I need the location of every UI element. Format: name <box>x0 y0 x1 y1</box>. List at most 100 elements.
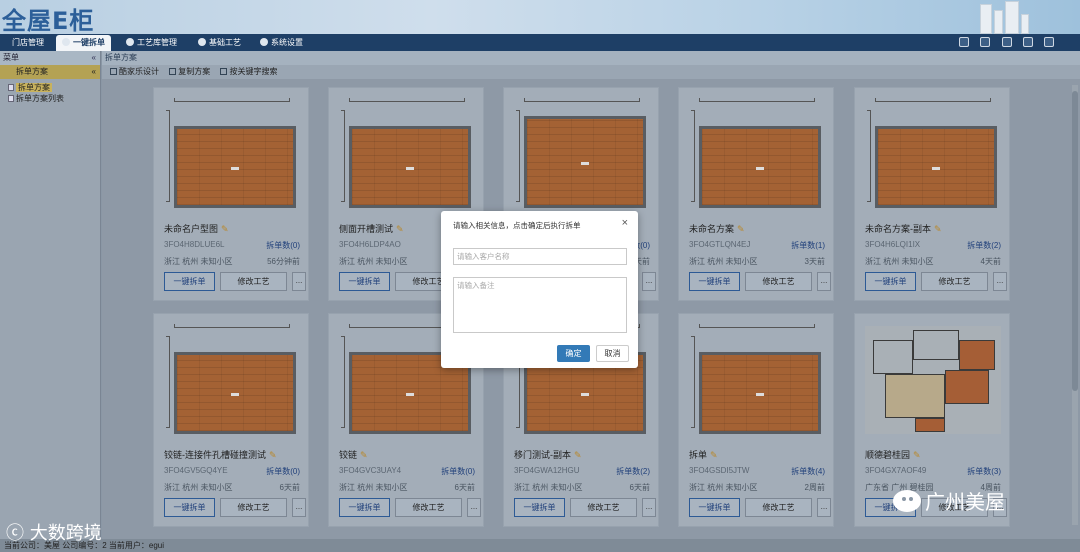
modify-craft-button[interactable]: 修改工艺 <box>745 498 812 517</box>
one-click-split-button[interactable]: 一键拆单 <box>339 498 390 517</box>
floor-plan-thumbnail[interactable] <box>166 324 298 436</box>
calendar-icon[interactable] <box>980 37 991 47</box>
split-count-link[interactable]: 拆单数(3) <box>967 466 1001 477</box>
card-time: 6天前 <box>454 483 475 492</box>
modify-craft-button[interactable]: 修改工艺 <box>220 272 287 291</box>
edit-pencil-icon[interactable]: ✎ <box>574 450 582 460</box>
card-code: 3FO4GSDI5JTW <box>689 466 750 475</box>
more-button[interactable]: ... <box>817 498 831 517</box>
floor-plan-thumbnail[interactable] <box>691 324 823 436</box>
tab-craft-library[interactable]: 工艺库管理 <box>120 35 183 51</box>
one-click-split-button[interactable]: 一键拆单 <box>164 498 215 517</box>
card-title[interactable]: 拆单 ✎ <box>689 448 718 461</box>
more-button[interactable]: ... <box>993 272 1007 291</box>
dimension-line <box>166 110 170 202</box>
split-count-link[interactable]: 拆单数(0) <box>266 466 300 477</box>
card-title[interactable]: 侧面开槽测试 ✎ <box>339 222 404 235</box>
dimension-line <box>691 110 695 202</box>
card-title[interactable]: 铰链-连接件孔槽碰撞测试 ✎ <box>164 448 277 461</box>
more-button[interactable]: ... <box>292 272 306 291</box>
modify-craft-button[interactable]: 修改工艺 <box>745 272 812 291</box>
card-time: 4天前 <box>980 257 1001 266</box>
floor-plan-thumbnail[interactable] <box>516 98 648 210</box>
sidebar-section[interactable]: 拆单方案 « <box>0 65 100 79</box>
split-count-link[interactable]: 拆单数(4) <box>791 466 825 477</box>
toolbar-copy-plan[interactable]: 复制方案 <box>169 67 210 76</box>
floor-plan-thumbnail[interactable] <box>691 98 823 210</box>
toolbar-keyword-search[interactable]: 按关键字搜索 <box>220 67 277 76</box>
plan-card[interactable]: 铰链-连接件孔槽碰撞测试 ✎ 3FO4GV5GQ4YE 拆单数(0) 浙江 杭州 未知小… <box>153 313 309 527</box>
one-click-split-button[interactable]: 一键拆单 <box>689 498 740 517</box>
modify-craft-button[interactable]: 修改工艺 <box>921 272 988 291</box>
toolbar-kujiale-design[interactable]: 酷家乐设计 <box>110 67 159 76</box>
card-title[interactable]: 未命名方案-副本 ✎ <box>865 222 942 235</box>
edit-pencil-icon[interactable]: ✎ <box>710 450 718 460</box>
split-count-link[interactable]: 拆单数(2) <box>967 240 1001 251</box>
one-click-split-button[interactable]: 一键拆单 <box>339 272 390 291</box>
tab-system-settings[interactable]: 系统设置 <box>254 35 309 51</box>
customer-name-input[interactable] <box>453 248 627 265</box>
confirm-button[interactable]: 确定 <box>557 345 590 362</box>
one-click-split-button[interactable]: 一键拆单 <box>514 498 565 517</box>
modify-craft-button[interactable]: 修改工艺 <box>570 498 637 517</box>
tab-basic-craft[interactable]: 基础工艺 <box>192 35 247 51</box>
card-code: 3FO4H6LQI1IX <box>865 240 921 249</box>
cancel-button[interactable]: 取消 <box>596 345 629 362</box>
split-count-link[interactable]: 拆单数(0) <box>266 240 300 251</box>
close-icon[interactable]: × <box>622 217 628 229</box>
card-title[interactable]: 顺德碧桂园 ✎ <box>865 448 921 461</box>
floor-plan-thumbnail[interactable] <box>166 98 298 210</box>
logout-icon[interactable] <box>1044 37 1054 47</box>
monitor-icon[interactable] <box>959 37 970 47</box>
dialog-title: 请输入相关信息，点击确定后执行拆单 <box>453 221 581 230</box>
collapse-section-icon[interactable]: « <box>92 65 96 79</box>
split-count-link[interactable]: 拆单数(0) <box>441 466 475 477</box>
one-click-split-button[interactable]: 一键拆单 <box>164 272 215 291</box>
floor-plan-thumbnail[interactable] <box>341 98 473 210</box>
remark-textarea[interactable] <box>453 277 627 333</box>
edit-pencil-icon[interactable]: ✎ <box>737 224 745 234</box>
one-click-split-button[interactable]: 一键拆单 <box>865 272 916 291</box>
vertical-scrollbar[interactable] <box>1072 85 1078 525</box>
modify-craft-button[interactable]: 修改工艺 <box>395 498 462 517</box>
plan-card[interactable]: 未命名方案-副本 ✎ 3FO4H6LQI1IX 拆单数(2) 浙江 杭州 未知小区 4天前… <box>854 87 1010 301</box>
edit-pencil-icon[interactable]: ✎ <box>396 224 404 234</box>
watermark-right: 广州美屋 <box>893 486 1005 515</box>
dimension-line <box>699 98 815 102</box>
more-button[interactable]: ... <box>467 498 481 517</box>
collapse-sidebar-icon[interactable]: « <box>92 51 96 65</box>
edit-pencil-icon[interactable]: ✎ <box>221 224 229 234</box>
card-title[interactable]: 未命名方案 ✎ <box>689 222 745 235</box>
room-floor <box>524 116 646 208</box>
tab-one-click-split[interactable]: 一键拆单 <box>56 35 111 51</box>
floor-plan-thumbnail[interactable] <box>865 326 1001 434</box>
edit-pencil-icon[interactable]: ✎ <box>269 450 277 460</box>
tab-store-management[interactable]: 门店管理 <box>6 35 50 51</box>
more-button[interactable]: ... <box>292 498 306 517</box>
edit-pencil-icon[interactable]: ✎ <box>360 450 368 460</box>
sidebar-item-split-plan[interactable]: 拆单方案 <box>8 82 100 93</box>
floor-plan-thumbnail[interactable] <box>867 98 999 210</box>
card-title[interactable]: 铰链 ✎ <box>339 448 368 461</box>
file-icon <box>8 84 14 91</box>
modify-craft-button[interactable]: 修改工艺 <box>220 498 287 517</box>
scrollbar-thumb[interactable] <box>1072 91 1078 391</box>
edit-pencil-icon[interactable]: ✎ <box>934 224 942 234</box>
more-button[interactable]: ... <box>642 272 656 291</box>
split-count-link[interactable]: 拆单数(2) <box>616 466 650 477</box>
plan-card[interactable]: 未命名方案 ✎ 3FO4GTLQN4EJ 拆单数(1) 浙江 杭州 未知小区 3天前 一键拆… <box>678 87 834 301</box>
more-button[interactable]: ... <box>642 498 656 517</box>
user-icon[interactable] <box>1001 37 1012 47</box>
dimension-line <box>524 98 640 102</box>
one-click-split-button[interactable]: 一键拆单 <box>689 272 740 291</box>
card-title[interactable]: 移门测试-副本 ✎ <box>514 448 582 461</box>
plan-card[interactable]: 拆单 ✎ 3FO4GSDI5JTW 拆单数(4) 浙江 杭州 未知小区 2周前 一键拆单 修改… <box>678 313 834 527</box>
edit-pencil-icon[interactable]: ✎ <box>913 450 921 460</box>
copy-icon <box>169 68 177 75</box>
gear-icon[interactable] <box>1022 37 1033 47</box>
plan-card[interactable]: 未命名户型图 ✎ 3FO4H8DLUE6L 拆单数(0) 浙江 杭州 未知小区 56分钟前… <box>153 87 309 301</box>
sidebar-item-split-plan-list[interactable]: 拆单方案列表 <box>8 93 100 104</box>
card-title[interactable]: 未命名户型图 ✎ <box>164 222 229 235</box>
split-count-link[interactable]: 拆单数(1) <box>791 240 825 251</box>
more-button[interactable]: ... <box>817 272 831 291</box>
